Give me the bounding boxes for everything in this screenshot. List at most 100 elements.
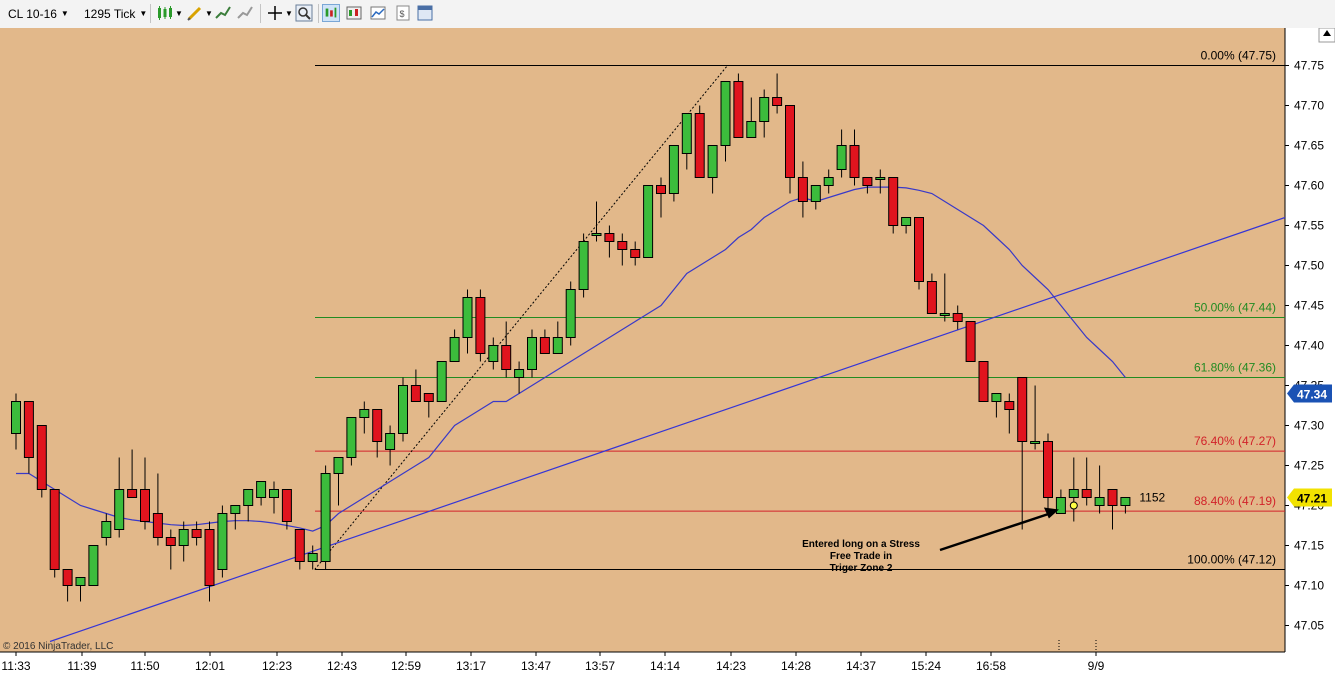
candle (217, 505, 228, 578)
candle-body-up (346, 417, 357, 458)
instrument-label: CL 10-16 (8, 6, 57, 21)
y-tick-label: 47.50 (1294, 259, 1324, 273)
bar-type-icon[interactable] (156, 4, 174, 22)
candle-body-down (914, 217, 924, 282)
candle-body-up (1094, 497, 1105, 506)
strategy-icon[interactable] (236, 4, 254, 22)
candle-body-down (1004, 401, 1015, 410)
x-tick-label: 15:24 (911, 659, 941, 673)
candle-body-down (849, 145, 860, 178)
x-tick-label: 16:58 (976, 659, 1006, 673)
candle-body-down (1107, 489, 1118, 506)
chart-style-icon[interactable] (369, 4, 387, 22)
candle-body-down (539, 337, 550, 354)
volume-label: 1152 (1139, 491, 1165, 505)
candle (36, 425, 47, 498)
candle-body-up (462, 297, 473, 338)
y-tick-label: 47.30 (1294, 419, 1324, 433)
chart-plot-area[interactable] (0, 28, 1285, 652)
candle-body-up (243, 489, 254, 506)
x-tick-label: 13:17 (456, 659, 486, 673)
candle-body-up (668, 145, 679, 194)
interval-selector[interactable]: 1295 Tick ▼ (84, 3, 147, 24)
x-tick-label: 14:23 (716, 659, 746, 673)
x-tick-label: 11:33 (1, 659, 30, 673)
window-layout-icon[interactable] (416, 4, 434, 22)
chevron-down-icon[interactable]: ▼ (205, 3, 213, 24)
chart-trader-icon[interactable] (322, 4, 340, 22)
y-tick-label: 47.70 (1294, 99, 1324, 113)
price-marker-label: 47.21 (1297, 492, 1327, 506)
y-tick-label: 47.60 (1294, 179, 1324, 193)
chevron-down-icon[interactable]: ▼ (285, 3, 293, 24)
instrument-selector[interactable]: CL 10-16 ▼ (8, 3, 69, 24)
candle-body-up (823, 177, 834, 186)
candle (320, 465, 331, 570)
candle-body-down (127, 489, 138, 498)
candle-body-up (681, 113, 692, 154)
candle-body-up (591, 233, 602, 236)
toolbar-divider (260, 4, 261, 23)
y-tick-label: 47.05 (1294, 619, 1324, 633)
interval-label: 1295 Tick (84, 6, 136, 21)
candle-body-down (694, 113, 705, 178)
svg-text:$: $ (400, 9, 405, 19)
data-box-icon[interactable] (345, 4, 363, 22)
x-tick-label: 13:47 (521, 659, 551, 673)
y-tick-label: 47.40 (1294, 339, 1324, 353)
y-tick-label: 47.65 (1294, 139, 1324, 153)
candle (888, 177, 899, 234)
candle-body-up (746, 121, 757, 138)
candle-body-up (578, 241, 589, 290)
candle-body-down (1043, 441, 1053, 498)
candle-body-up (333, 457, 344, 474)
candle-body-down (1081, 489, 1092, 498)
candle-body-up (269, 489, 279, 498)
x-tick-label: 12:59 (391, 659, 421, 673)
entry-marker (1069, 501, 1078, 510)
candle-body-up (939, 313, 950, 316)
candle-body-down (140, 489, 150, 522)
candle-body-down (862, 177, 873, 186)
x-tick-label: 13:57 (585, 659, 615, 673)
x-tick-label: 9/9 (1088, 659, 1105, 673)
candle-body-up (217, 513, 228, 570)
candle-body-up (1120, 497, 1131, 506)
x-tick-label: 14:28 (781, 659, 811, 673)
fib-level-label: 76.40% (47.27) (1194, 434, 1276, 448)
zoom-icon[interactable] (295, 4, 313, 22)
candle-body-up (901, 217, 912, 226)
candle-body-up (488, 345, 499, 362)
chevron-down-icon[interactable]: ▼ (175, 3, 183, 24)
price-chart[interactable]: 0.00% (47.75) 50.00% (47.44) 61.80% (47.36… (0, 28, 1335, 680)
properties-icon[interactable]: $ (394, 4, 412, 22)
candle-body-up (1030, 441, 1041, 444)
drawing-tool-icon[interactable] (186, 4, 204, 22)
candle-body-down (49, 489, 60, 570)
copyright-label: © 2016 NinjaTrader, LLC (3, 641, 113, 652)
candle-body-down (888, 177, 899, 226)
candle-body-up (1068, 489, 1079, 498)
candle-body-up (565, 289, 576, 338)
candle-body-up (514, 369, 525, 378)
y-tick-label: 47.25 (1294, 459, 1324, 473)
candle-body-down (475, 297, 486, 354)
candle (668, 145, 679, 202)
candle-body-down (978, 361, 989, 402)
candle (475, 289, 486, 362)
y-tick-label: 47.10 (1294, 579, 1324, 593)
candle-body-down (656, 185, 666, 194)
candle-body-down (630, 249, 641, 258)
fib-level-label: 50.00% (47.44) (1194, 301, 1276, 315)
candle (49, 489, 60, 578)
indicator-icon[interactable] (214, 4, 232, 22)
candle-body-down (604, 233, 615, 242)
candle-body-up (320, 473, 331, 562)
fib-level-label: 100.00% (47.12) (1187, 553, 1276, 567)
candle-body-up (101, 521, 112, 538)
candle-body-up (307, 553, 318, 562)
x-tick-label: 12:23 (262, 659, 292, 673)
candle-body-up (385, 433, 396, 450)
crosshair-icon[interactable] (266, 4, 284, 22)
y-tick-label: 47.75 (1294, 59, 1324, 73)
